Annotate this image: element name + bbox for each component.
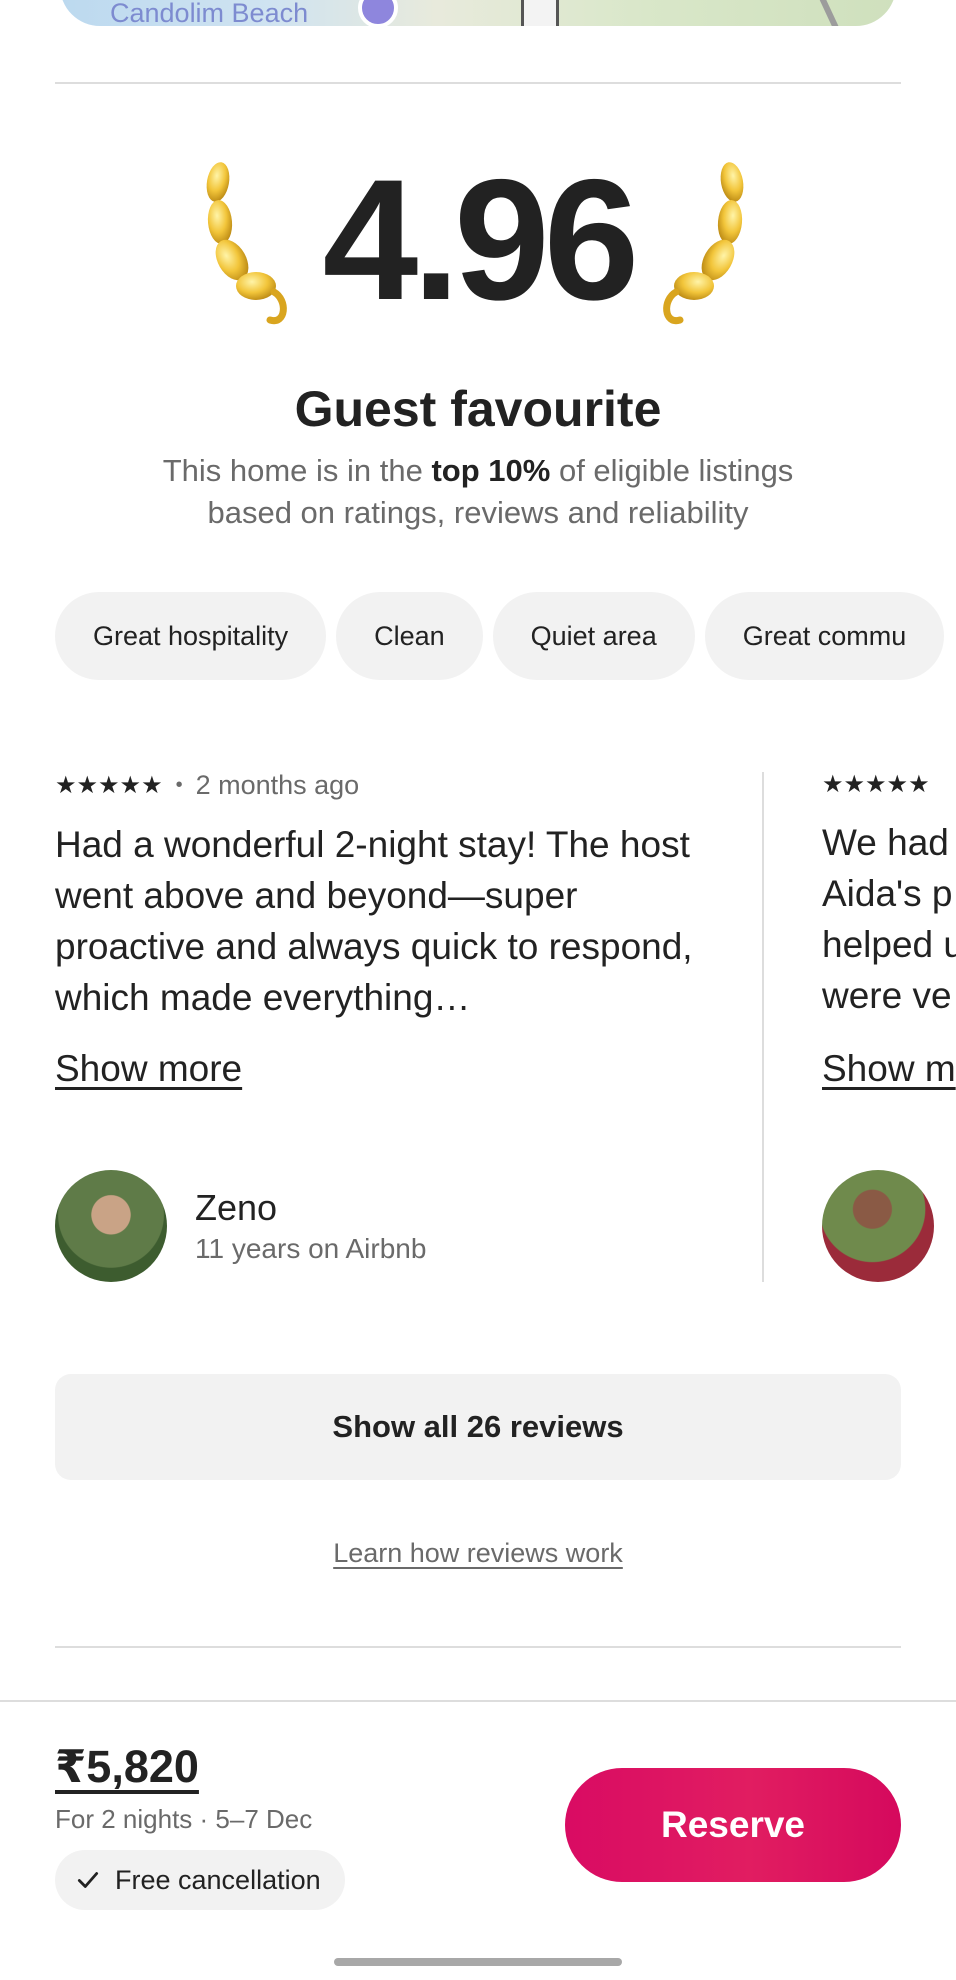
review-date: 2 months ago — [195, 770, 360, 800]
review-rating: ★★★★★ • 2 months ago — [55, 770, 705, 801]
guest-favourite-description: This home is in the top 10% of eligible … — [120, 450, 836, 534]
laurel-right-icon — [663, 162, 744, 325]
reserve-button[interactable]: Reserve — [565, 1768, 901, 1882]
highlight-chips: Great hospitality Clean Quiet area Great… — [55, 592, 945, 680]
review-line: helped u — [822, 924, 956, 965]
free-cancellation-label: Free cancellation — [115, 1864, 321, 1895]
section-divider — [55, 82, 901, 84]
map-label: Candolim Beach — [110, 0, 309, 26]
listing-page: Candolim Beach 4.96 Guest favourite This… — [0, 0, 956, 1980]
chip-great-communication[interactable]: Great commu — [704, 592, 945, 680]
map-road — [803, 0, 843, 26]
review-card[interactable]: ★★★★★ We had Aida's p helped u were ve S… — [822, 770, 956, 1290]
price-details: For 2 nights · 5–7 Dec — [55, 1804, 313, 1834]
review-divider — [762, 772, 764, 1282]
chip-great-hospitality[interactable]: Great hospitality — [55, 592, 327, 680]
separator-dot: • — [175, 774, 183, 796]
free-cancellation-badge: Free cancellation — [55, 1850, 345, 1910]
map-pin-icon — [358, 0, 398, 26]
learn-how-reviews-work-link[interactable]: Learn how reviews work — [0, 1538, 956, 1569]
avatar[interactable] — [55, 1170, 167, 1282]
reviewer — [822, 1170, 934, 1282]
building-icon — [521, 0, 559, 26]
home-indicator — [334, 1958, 622, 1966]
star-rating-icon: ★★★★★ — [55, 772, 163, 799]
review-card[interactable]: ★★★★★ • 2 months ago Had a wonderful 2-n… — [55, 770, 705, 1290]
section-divider — [55, 1646, 901, 1648]
reviewer-tenure: 11 years on Airbnb — [195, 1233, 427, 1264]
desc-highlight: top 10% — [431, 453, 551, 488]
show-more-link[interactable]: Show m — [822, 1048, 956, 1090]
guest-favourite-title: Guest favourite — [294, 381, 662, 437]
review-rating: ★★★★★ — [822, 770, 956, 799]
review-text: We had Aida's p helped u were ve — [822, 817, 956, 1021]
chip-clean[interactable]: Clean — [336, 592, 483, 680]
show-more-link[interactable]: Show more — [55, 1048, 242, 1090]
rating-block: 4.96 — [0, 150, 956, 350]
chip-quiet-area[interactable]: Quiet area — [492, 592, 695, 680]
rating-value: 4.96 — [322, 144, 640, 336]
show-all-reviews-button[interactable]: Show all 26 reviews — [55, 1374, 901, 1480]
review-line: were ve — [822, 975, 952, 1016]
review-text: Had a wonderful 2-night stay! The host w… — [55, 824, 693, 1018]
star-rating-icon: ★★★★★ — [822, 771, 930, 798]
review-line: We had — [822, 822, 949, 863]
reviewer-name: Zeno — [195, 1187, 278, 1228]
price[interactable]: ₹5,820 — [55, 1740, 199, 1793]
desc-prefix: This home is in the — [162, 453, 432, 488]
reviewer: Zeno 11 years on Airbnb — [55, 1170, 426, 1282]
check-icon — [77, 1872, 99, 1888]
avatar[interactable] — [822, 1170, 934, 1282]
booking-bar: ₹5,820 For 2 nights · 5–7 Dec Free cance… — [0, 1700, 956, 1980]
map-preview[interactable]: Candolim Beach — [60, 0, 896, 26]
review-line: Aida's p — [822, 873, 953, 914]
